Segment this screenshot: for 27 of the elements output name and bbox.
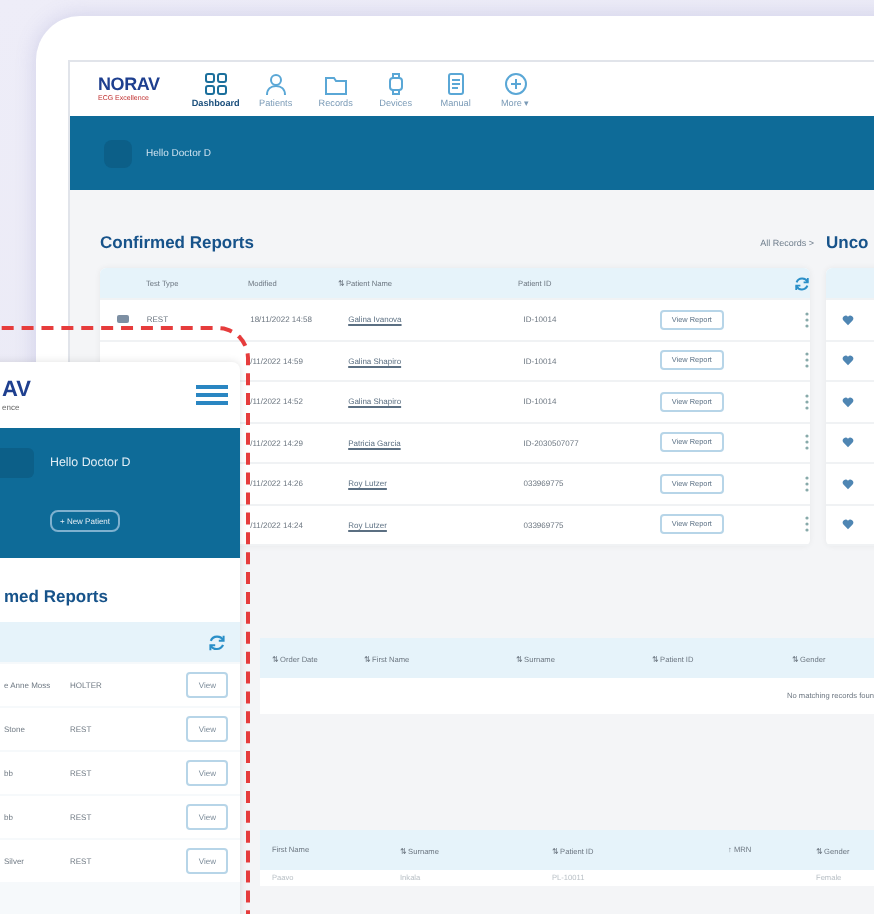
heart-icon[interactable]: [842, 354, 854, 367]
menu-icon[interactable]: [196, 384, 228, 406]
heart-icon[interactable]: [842, 395, 854, 408]
section-title: med Reports: [2, 584, 110, 610]
kebab-icon[interactable]: [804, 352, 810, 369]
document-icon: [443, 71, 468, 95]
section-title: Confirmed Reports: [100, 232, 254, 252]
refresh-icon[interactable]: [208, 633, 226, 651]
logo: AV: [2, 379, 31, 401]
section-title: Unco: [826, 232, 869, 252]
kebab-icon[interactable]: [804, 434, 810, 451]
logo: NORAV: [98, 75, 160, 93]
watch-icon: [383, 71, 408, 95]
plus-circle-icon: [503, 71, 528, 95]
heart-icon[interactable]: [842, 436, 854, 449]
heart-icon[interactable]: [842, 313, 854, 326]
kebab-icon[interactable]: [804, 393, 810, 410]
person-icon: [263, 71, 288, 95]
kebab-icon[interactable]: [804, 516, 810, 533]
refresh-icon[interactable]: [794, 275, 811, 291]
heart-icon[interactable]: [842, 518, 854, 531]
heart-icon[interactable]: [842, 477, 854, 490]
kebab-icon[interactable]: [804, 475, 810, 492]
kebab-icon[interactable]: [804, 311, 810, 328]
folder-icon: [323, 71, 348, 95]
record-icon[interactable]: [116, 314, 131, 325]
grid-icon: [203, 71, 228, 95]
